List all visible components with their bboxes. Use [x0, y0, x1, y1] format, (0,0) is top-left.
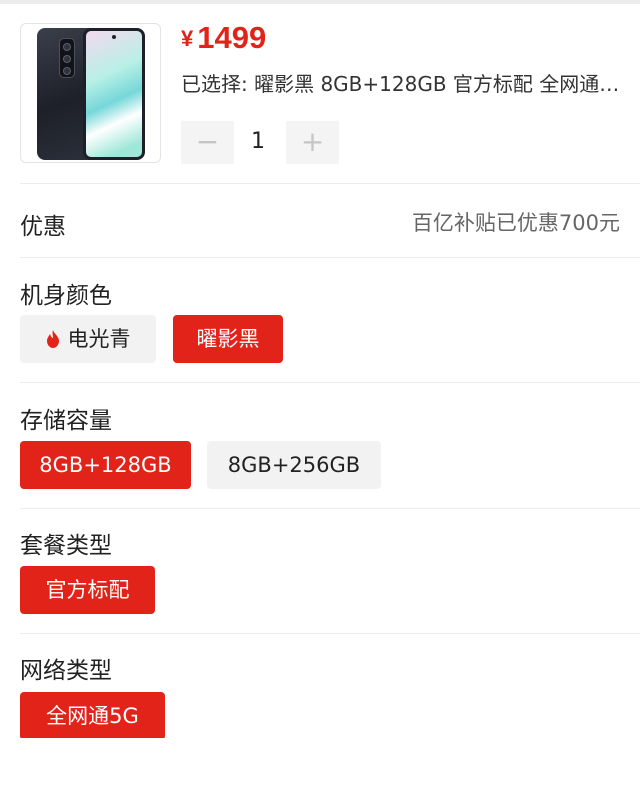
selected-spec-text: 已选择: 曜影黑 8GB+128GB 官方标配 全网通5G — [181, 72, 621, 96]
phone-front-image — [83, 28, 145, 160]
quantity-value[interactable]: 1 — [251, 129, 265, 154]
storage-option-256gb[interactable]: 8GB+256GB — [207, 441, 381, 489]
section-divider — [20, 382, 640, 383]
network-option-5g[interactable]: 全网通5G — [20, 692, 165, 740]
decrease-quantity-button[interactable]: − — [181, 121, 234, 164]
promo-label: 优惠 — [20, 214, 66, 240]
storage-option-128gb[interactable]: 8GB+128GB — [20, 441, 191, 489]
price-value: 1499 — [197, 20, 267, 55]
currency-symbol: ¥ — [181, 26, 194, 51]
flame-icon — [46, 330, 59, 348]
section-divider — [20, 508, 640, 509]
package-option-standard[interactable]: 官方标配 — [20, 566, 155, 614]
bottom-blank-area — [0, 738, 640, 786]
product-thumbnail[interactable] — [20, 23, 161, 163]
product-price: ¥1499 — [181, 20, 266, 56]
package-section-label: 套餐类型 — [20, 533, 112, 559]
color-option-shadow-black[interactable]: 曜影黑 — [173, 315, 283, 363]
section-divider — [20, 633, 640, 634]
color-option-label: 电光青 — [67, 327, 131, 351]
color-option-electric-cyan[interactable]: 电光青 — [20, 315, 156, 363]
camera-module-icon — [59, 38, 75, 78]
section-divider — [20, 183, 640, 184]
promo-value[interactable]: 百亿补贴已优惠700元 — [412, 207, 620, 237]
network-section-label: 网络类型 — [20, 658, 112, 684]
product-summary: ¥1499 已选择: 曜影黑 8GB+128GB 官方标配 全网通5G − 1 … — [0, 4, 640, 184]
color-section-label: 机身颜色 — [20, 283, 112, 309]
storage-section-label: 存储容量 — [20, 408, 112, 434]
increase-quantity-button[interactable]: + — [286, 121, 339, 164]
section-divider — [20, 257, 640, 258]
